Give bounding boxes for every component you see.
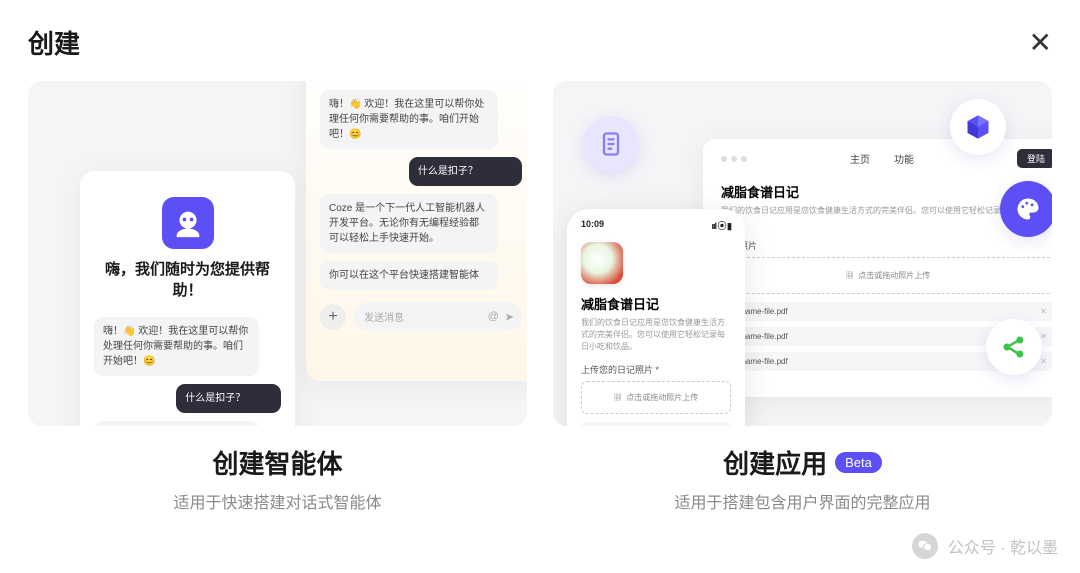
watermark-text: 公众号 · 乾以墨 [948, 534, 1058, 558]
upload-box: ▦ 点击或拖动照片上传 [721, 257, 1052, 294]
chat-bubble-bot: 嗨！👋 欢迎！我在这里可以帮你处理任何你需要帮助的事。咱们开始吧！😊 [94, 317, 259, 376]
card-create-agent[interactable]: 嗨，我们随时为您提供帮助！ 嗨！👋 欢迎！我在这里可以帮你处理任何你需要帮助的事… [28, 81, 527, 513]
app-avatar-icon [581, 242, 623, 284]
phone-mock: 10:09 ııl ⦿ ▮ 减脂食谱日记 我们的饮食日记应用是您饮食健康生活方式… [567, 209, 745, 426]
phone-app-title: 减脂食谱日记 [581, 294, 731, 313]
web-nav-item: 功能 [894, 151, 914, 166]
phone-app-desc: 我们的饮食日记应用是您饮食健康生活方式的完美伴侣。您可以使用它轻松记录每日小吃和… [581, 317, 731, 353]
chat-bubble-bot: 嗨！👋 欢迎！我在这里可以帮你处理任何你需要帮助的事。咱们开始吧！😊 [320, 90, 498, 149]
phone-time: 10:09 [581, 219, 604, 232]
document-icon [583, 116, 639, 172]
chat-bubble-bot: Coze 是一个下一代人工智能机器人开发平台。无论你有无编程经验都可以轻松上手快… [94, 421, 259, 426]
signal-icon: ııl ⦿ ▮ [712, 219, 731, 232]
card-row: 嗨，我们随时为您提供帮助！ 嗨！👋 欢迎！我在这里可以帮你处理任何你需要帮助的事… [28, 81, 1052, 513]
plus-icon: + [328, 308, 337, 326]
modal-header: 创建 ✕ [28, 24, 1052, 61]
app-preview: 主页 功能 登陆 减脂食谱日记 我们的饮食日记应用是您饮食健康生活方式的完美伴侣… [553, 81, 1052, 426]
file-chip: file name-file.pdf✕ [721, 302, 1052, 321]
chat-front-headline: 嗨，我们随时为您提供帮助！ [94, 259, 281, 301]
login-button: 登陆 [1017, 149, 1052, 168]
create-modal: 创建 ✕ 嗨，我们随时为您提供帮助！ 嗨！👋 欢迎！我在这里可以帮你处理任何你需… [0, 0, 1080, 537]
cube-icon [950, 99, 1006, 155]
app-card-title: 创建应用 [723, 444, 827, 481]
web-toolbar: 主页 功能 登陆 [721, 149, 1052, 168]
app-card-labels: 创建应用 Beta 适用于搭建包含用户界面的完整应用 [553, 444, 1052, 513]
remove-icon: ✕ [1040, 357, 1047, 366]
phone-field-label: 上传您的日记照片 * [581, 363, 731, 376]
robot-icon [162, 197, 214, 249]
modal-title: 创建 [28, 24, 80, 61]
image-icon: ▦ [614, 393, 622, 402]
agent-preview: 嗨，我们随时为您提供帮助！ 嗨！👋 欢迎！我在这里可以帮你处理任何你需要帮助的事… [28, 81, 527, 426]
chat-bubble-bot: Coze 是一个下一代人工智能机器人开发平台。无论你有无编程经验都可以轻松上手快… [320, 194, 498, 253]
agent-card-labels: 创建智能体 适用于快速搭建对话式智能体 [28, 444, 527, 513]
web-field-label: 日记照片 [721, 239, 1052, 252]
agent-card-title: 创建智能体 [212, 444, 342, 481]
chat-mock-front: 嗨，我们随时为您提供帮助！ 嗨！👋 欢迎！我在这里可以帮你处理任何你需要帮助的事… [80, 171, 295, 426]
share-icon [986, 319, 1042, 375]
chat-input-placeholder: 发送消息 @ ➤ [354, 302, 522, 331]
chat-input-icons: @ ➤ [488, 310, 514, 323]
chat-bubble-user: 什么是扣子？ [409, 157, 522, 186]
send-icon: ➤ [505, 310, 514, 323]
palette-icon [1000, 181, 1052, 237]
chat-add-button: + [320, 304, 346, 330]
remove-icon: ✕ [1040, 332, 1047, 341]
close-button[interactable]: ✕ [1029, 29, 1052, 57]
chat-bubble-bot: 你可以在这个平台快速搭建智能体 [320, 261, 498, 290]
upload-box: ▦ 点击或拖动照片上传 [581, 381, 731, 414]
beta-badge: Beta [835, 452, 882, 473]
phone-status-bar: 10:09 ııl ⦿ ▮ [581, 219, 731, 232]
close-icon: ✕ [1029, 27, 1052, 58]
chat-bubble-user: 什么是扣子？ [176, 384, 281, 413]
web-nav-item: 主页 [850, 151, 870, 166]
remove-icon: ✕ [1040, 307, 1047, 316]
app-card-subtitle: 适用于搭建包含用户界面的完整应用 [553, 489, 1052, 513]
card-create-app[interactable]: 主页 功能 登陆 减脂食谱日记 我们的饮食日记应用是您饮食健康生活方式的完美伴侣… [553, 81, 1052, 513]
window-dots-icon [721, 156, 747, 162]
file-chip: 📄 File name file.pdf 8.5 K ✕ [581, 422, 731, 426]
image-icon: ▦ [846, 271, 854, 280]
chat-mock-back: 嗨，我们随时为您提供帮助！ 嗨！👋 欢迎！我在这里可以帮你处理任何你需要帮助的事… [306, 81, 527, 381]
agent-card-subtitle: 适用于快速搭建对话式智能体 [28, 489, 527, 513]
chat-input-row: + 发送消息 @ ➤ [320, 302, 522, 331]
at-icon: @ [488, 310, 499, 323]
